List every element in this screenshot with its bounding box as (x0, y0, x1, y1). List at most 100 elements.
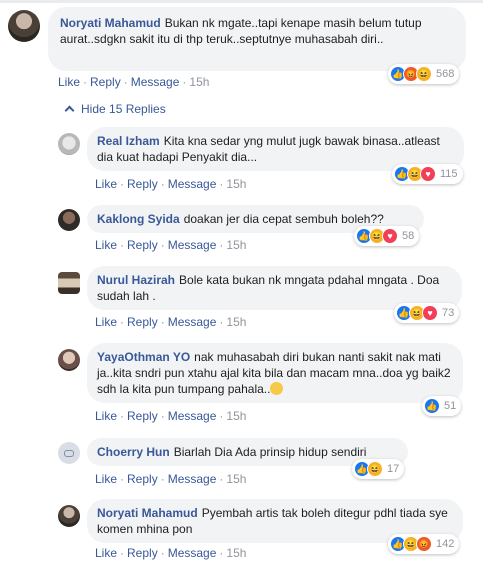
reply-link[interactable]: Reply (127, 315, 158, 329)
like-link[interactable]: Like (95, 238, 117, 252)
message-link[interactable]: Message (168, 546, 217, 560)
like-link[interactable]: Like (95, 472, 117, 486)
reply-link[interactable]: Reply (127, 177, 158, 191)
haha-icon: 😆 (367, 461, 383, 477)
reaction-count: 568 (436, 68, 455, 80)
separator-dot: · (219, 546, 224, 560)
commenter-name[interactable]: Choerry Hun (97, 445, 170, 459)
comment-actions: Like · Reply · Message · 15h (95, 238, 246, 252)
comment-actions: Like · Reply · Message · 15h (95, 177, 246, 191)
comment-actions: Like · Reply · Message · 15h (95, 315, 246, 329)
comment-text: Biarlah Dia Ada prinsip hidup sendiri (173, 445, 367, 459)
separator-dot: · (120, 546, 125, 560)
avatar[interactable] (58, 133, 80, 155)
separator-dot: · (120, 177, 125, 191)
reaction-summary[interactable]: 👍 51 (422, 396, 462, 416)
commenter-name[interactable]: Real Izham (97, 134, 160, 148)
chat-bubble-icon (64, 449, 74, 457)
reaction-count: 73 (442, 307, 455, 319)
separator-dot: · (160, 409, 165, 423)
comment-actions: Like · Reply · Message · 15h (58, 75, 209, 89)
avatar[interactable] (58, 209, 80, 231)
commenter-name[interactable]: Nurul Hazirah (97, 273, 175, 287)
separator-dot: · (160, 238, 165, 252)
smiling-face-icon (270, 382, 284, 395)
reaction-summary[interactable]: 👍 😆 ♥ 115 (392, 164, 463, 184)
separator-dot: · (219, 177, 224, 191)
separator-dot: · (160, 177, 165, 191)
like-link[interactable]: Like (95, 546, 117, 560)
separator-dot: · (219, 409, 224, 423)
commenter-name[interactable]: Noryati Mahamud (97, 506, 198, 520)
timestamp[interactable]: 15h (226, 238, 246, 252)
separator-dot: · (160, 472, 165, 486)
comment-actions: Like · Reply · Message · 15h (95, 546, 246, 560)
comment-bubble: YayaOthman YO nak muhasabah diri bukan na… (87, 343, 463, 403)
avatar[interactable] (58, 349, 80, 371)
top-divider (0, 0, 483, 3)
timestamp[interactable]: 15h (226, 177, 246, 191)
like-link[interactable]: Like (58, 75, 80, 89)
commenter-name[interactable]: Kaklong Syida (97, 212, 180, 226)
timestamp[interactable]: 15h (189, 75, 209, 89)
reply-link[interactable]: Reply (127, 409, 158, 423)
avatar[interactable] (8, 10, 40, 42)
message-link[interactable]: Message (131, 75, 180, 89)
separator-dot: · (120, 238, 125, 252)
reaction-summary[interactable]: 👍 😆 ♥ 73 (394, 303, 460, 323)
love-icon: ♥ (382, 228, 398, 244)
like-link[interactable]: Like (95, 315, 117, 329)
reaction-count: 58 (402, 230, 415, 242)
message-link[interactable]: Message (168, 409, 217, 423)
message-link[interactable]: Message (168, 315, 217, 329)
chevron-up-icon (64, 105, 75, 116)
separator-dot: · (120, 472, 125, 486)
avatar[interactable] (58, 505, 80, 527)
reply-link[interactable]: Reply (127, 472, 158, 486)
love-icon: ♥ (422, 305, 438, 321)
separator-dot: · (123, 75, 128, 89)
timestamp[interactable]: 15h (226, 472, 246, 486)
commenter-name[interactable]: Noryati Mahamud (60, 16, 161, 30)
separator-dot: · (160, 315, 165, 329)
separator-dot: · (182, 75, 187, 89)
reaction-summary[interactable]: 👍 😆 ♥ 58 (354, 226, 420, 246)
timestamp[interactable]: 15h (226, 409, 246, 423)
comment-actions: Like · Reply · Message · 15h (95, 472, 246, 486)
hide-replies-link[interactable]: Hide 15 Replies (64, 102, 166, 116)
comment-bubble: Noryati Mahamud Bukan nk mgate..tapi kena… (48, 7, 466, 71)
separator-dot: · (120, 315, 125, 329)
message-link[interactable]: Message (168, 472, 217, 486)
angry-icon: 😡 (416, 536, 432, 552)
reaction-summary[interactable]: 👍 😡 😆 568 (388, 64, 460, 84)
like-link[interactable]: Like (95, 409, 117, 423)
haha-icon: 😆 (416, 66, 432, 82)
separator-dot: · (219, 315, 224, 329)
reply-link[interactable]: Reply (127, 546, 158, 560)
like-link[interactable]: Like (95, 177, 117, 191)
like-icon: 👍 (424, 398, 440, 414)
timestamp[interactable]: 15h (226, 546, 246, 560)
love-icon: ♥ (420, 166, 436, 182)
reply-link[interactable]: Reply (127, 238, 158, 252)
reaction-count: 51 (444, 400, 457, 412)
reaction-summary[interactable]: 👍 😆 😡 142 (388, 534, 460, 554)
message-link[interactable]: Message (168, 177, 217, 191)
reaction-count: 115 (440, 168, 458, 180)
comment-actions: Like · Reply · Message · 15h (95, 409, 246, 423)
separator-dot: · (83, 75, 88, 89)
commenter-name[interactable]: YayaOthman YO (97, 350, 190, 364)
reaction-summary[interactable]: 👍 😆 17 (352, 459, 405, 479)
comment-text: doakan jer dia cepat sembuh boleh?? (183, 212, 384, 226)
reply-link[interactable]: Reply (90, 75, 121, 89)
reaction-count: 17 (387, 463, 400, 475)
avatar[interactable] (58, 272, 80, 294)
timestamp[interactable]: 15h (226, 315, 246, 329)
separator-dot: · (219, 472, 224, 486)
avatar[interactable] (58, 442, 80, 464)
separator-dot: · (160, 546, 165, 560)
message-link[interactable]: Message (168, 238, 217, 252)
separator-dot: · (219, 238, 224, 252)
separator-dot: · (120, 409, 125, 423)
reaction-count: 142 (436, 538, 455, 550)
